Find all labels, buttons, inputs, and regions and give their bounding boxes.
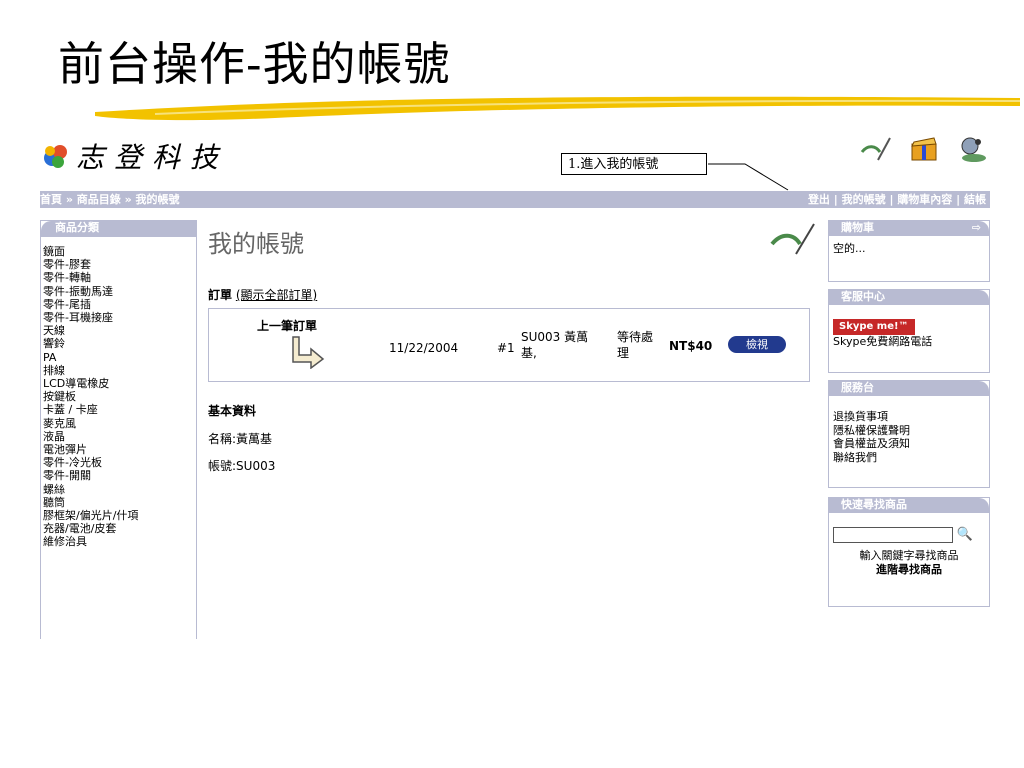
website-screenshot: 志登科技 1.進入我的帳號 首頁 » 商品目錄 » 我的帳號 登出 | 我的帳號… <box>40 132 990 639</box>
category-item[interactable]: 排線 <box>43 364 196 377</box>
category-item[interactable]: 零件-轉軸 <box>43 271 196 284</box>
slide-title: 前台操作-我的帳號 <box>58 37 451 91</box>
basic-info-heading: 基本資料 <box>208 404 257 418</box>
category-item[interactable]: 聽筒 <box>43 496 196 509</box>
skype-text[interactable]: Skype免費網路電話 <box>833 335 985 349</box>
gift-box-icon[interactable] <box>906 134 942 164</box>
category-item[interactable]: 零件-耳機接座 <box>43 311 196 324</box>
page-title: 我的帳號 <box>208 230 304 258</box>
category-item[interactable]: 維修治具 <box>43 535 196 548</box>
category-box: 商品分類 鏡面 零件-膠套 零件-轉軸 零件-振動馬達 零件-尾插 零件-耳機接座 天線 響鈴… <box>40 220 197 639</box>
arrow-right-icon[interactable]: ⇨ <box>972 221 981 235</box>
account-row: 帳號:SU003 <box>208 459 276 473</box>
bulletin-item[interactable]: 會員權益及須知 <box>833 437 985 451</box>
category-item[interactable]: 液晶 <box>43 430 196 443</box>
category-item[interactable]: LCD導電橡皮 <box>43 377 196 390</box>
arrow-turn-right-icon <box>292 336 325 369</box>
skype-badge[interactable]: Skype me!™ <box>833 319 915 335</box>
category-item[interactable]: PA <box>43 351 196 364</box>
nav-bar: 首頁 » 商品目錄 » 我的帳號 登出 | 我的帳號 | 購物車內容 | 結帳 <box>40 191 990 208</box>
order-amount: NT$40 <box>669 339 713 353</box>
order-account-line2: 基, <box>521 346 537 360</box>
category-item[interactable]: 電池彈片 <box>43 443 196 456</box>
category-item[interactable]: 鏡面 <box>43 245 196 258</box>
category-heading: 商品分類 <box>41 221 196 237</box>
category-item[interactable]: 零件-振動馬達 <box>43 285 196 298</box>
order-account: SU003 黃萬 基, <box>521 329 588 361</box>
header-icons <box>858 134 990 164</box>
view-order-button[interactable]: 檢視 <box>728 336 786 353</box>
pen-icon[interactable] <box>858 134 894 164</box>
search-hint: 輸入關鍵字尋找商品 <box>859 549 959 562</box>
cart-heading-text: 購物車 <box>841 221 874 234</box>
bulletin-box: 服務台 退換貨事項 隱私權保護聲明 會員權益及須知 聯絡我們 <box>828 380 990 488</box>
nav-cart[interactable]: 購物車內容 <box>897 193 952 206</box>
service-heading: 客服中心 <box>829 290 989 305</box>
order-number: #1 <box>497 341 515 355</box>
category-item[interactable]: 零件-冷光板 <box>43 456 196 469</box>
cart-box: 購物車 ⇨ 空的... <box>828 220 990 282</box>
search-input[interactable] <box>833 527 953 543</box>
category-item[interactable]: 螺絲 <box>43 483 196 496</box>
customer-service-icon[interactable] <box>954 134 990 164</box>
cart-heading: 購物車 ⇨ <box>829 221 989 236</box>
order-status-line2: 理 <box>617 346 630 360</box>
orders-line: 訂單 (顯示全部訂單) <box>208 286 317 303</box>
previous-order-label: 上一筆訂單 <box>257 319 318 333</box>
category-item[interactable]: 膠框架/偏光片/什項 <box>43 509 196 522</box>
category-item[interactable]: 按鍵板 <box>43 390 196 403</box>
bulletin-item[interactable]: 聯絡我們 <box>833 451 985 465</box>
category-item[interactable]: 卡蓋 / 卡座 <box>43 403 196 416</box>
category-list: 鏡面 零件-膠套 零件-轉軸 零件-振動馬達 零件-尾插 零件-耳機接座 天線 響鈴 PA 排線 L… <box>43 245 196 549</box>
category-item[interactable]: 零件-開關 <box>43 469 196 482</box>
nav-my-account[interactable]: 我的帳號 <box>842 193 886 206</box>
service-box: 客服中心 Skype me!™ Skype免費網路電話 <box>828 289 990 373</box>
orders-label: 訂單 <box>208 288 233 302</box>
bulletin-item[interactable]: 隱私權保護聲明 <box>833 424 985 438</box>
advanced-search-link[interactable]: 進階尋找商品 <box>833 563 985 577</box>
nav-logout[interactable]: 登出 <box>808 193 830 206</box>
search-icon[interactable]: 🔍 <box>957 527 973 542</box>
category-item[interactable]: 零件-膠套 <box>43 258 196 271</box>
order-summary: 上一筆訂單 11/22/2004 #1 SU003 黃萬 基, 等待處 理 NT… <box>208 308 810 382</box>
category-item[interactable]: 麥克風 <box>43 417 196 430</box>
quill-pen-icon <box>770 223 815 255</box>
cart-status: 空的... <box>833 242 866 255</box>
category-item[interactable]: 充器/電池/皮套 <box>43 522 196 535</box>
category-item[interactable]: 天線 <box>43 324 196 337</box>
bulletin-heading: 服務台 <box>829 381 989 396</box>
main-content: 我的帳號 訂單 (顯示全部訂單) 上一筆訂單 11/22/2004 #1 SU0… <box>208 220 820 473</box>
order-status-line1: 等待處 <box>617 330 654 344</box>
search-heading: 快速尋找商品 <box>829 498 989 513</box>
order-date: 11/22/2004 <box>389 341 459 355</box>
nav-checkout[interactable]: 結帳 <box>964 193 986 206</box>
search-box: 快速尋找商品 🔍 輸入關鍵字尋找商品 進階尋找商品 <box>828 497 990 607</box>
breadcrumb[interactable]: 首頁 » 商品目錄 » 我的帳號 <box>40 191 180 208</box>
bulletin-item[interactable]: 退換貨事項 <box>833 410 985 424</box>
category-item[interactable]: 零件-尾插 <box>43 298 196 311</box>
brush-underline <box>95 96 1020 121</box>
name-row: 名稱:黃萬基 <box>208 432 273 446</box>
category-item[interactable]: 響鈴 <box>43 337 196 350</box>
order-account-line1: SU003 黃萬 <box>521 330 589 344</box>
show-all-orders-link[interactable]: (顯示全部訂單) <box>236 288 317 302</box>
nav-links: 登出 | 我的帳號 | 購物車內容 | 結帳 <box>807 193 986 206</box>
order-status: 等待處 理 <box>617 329 653 361</box>
